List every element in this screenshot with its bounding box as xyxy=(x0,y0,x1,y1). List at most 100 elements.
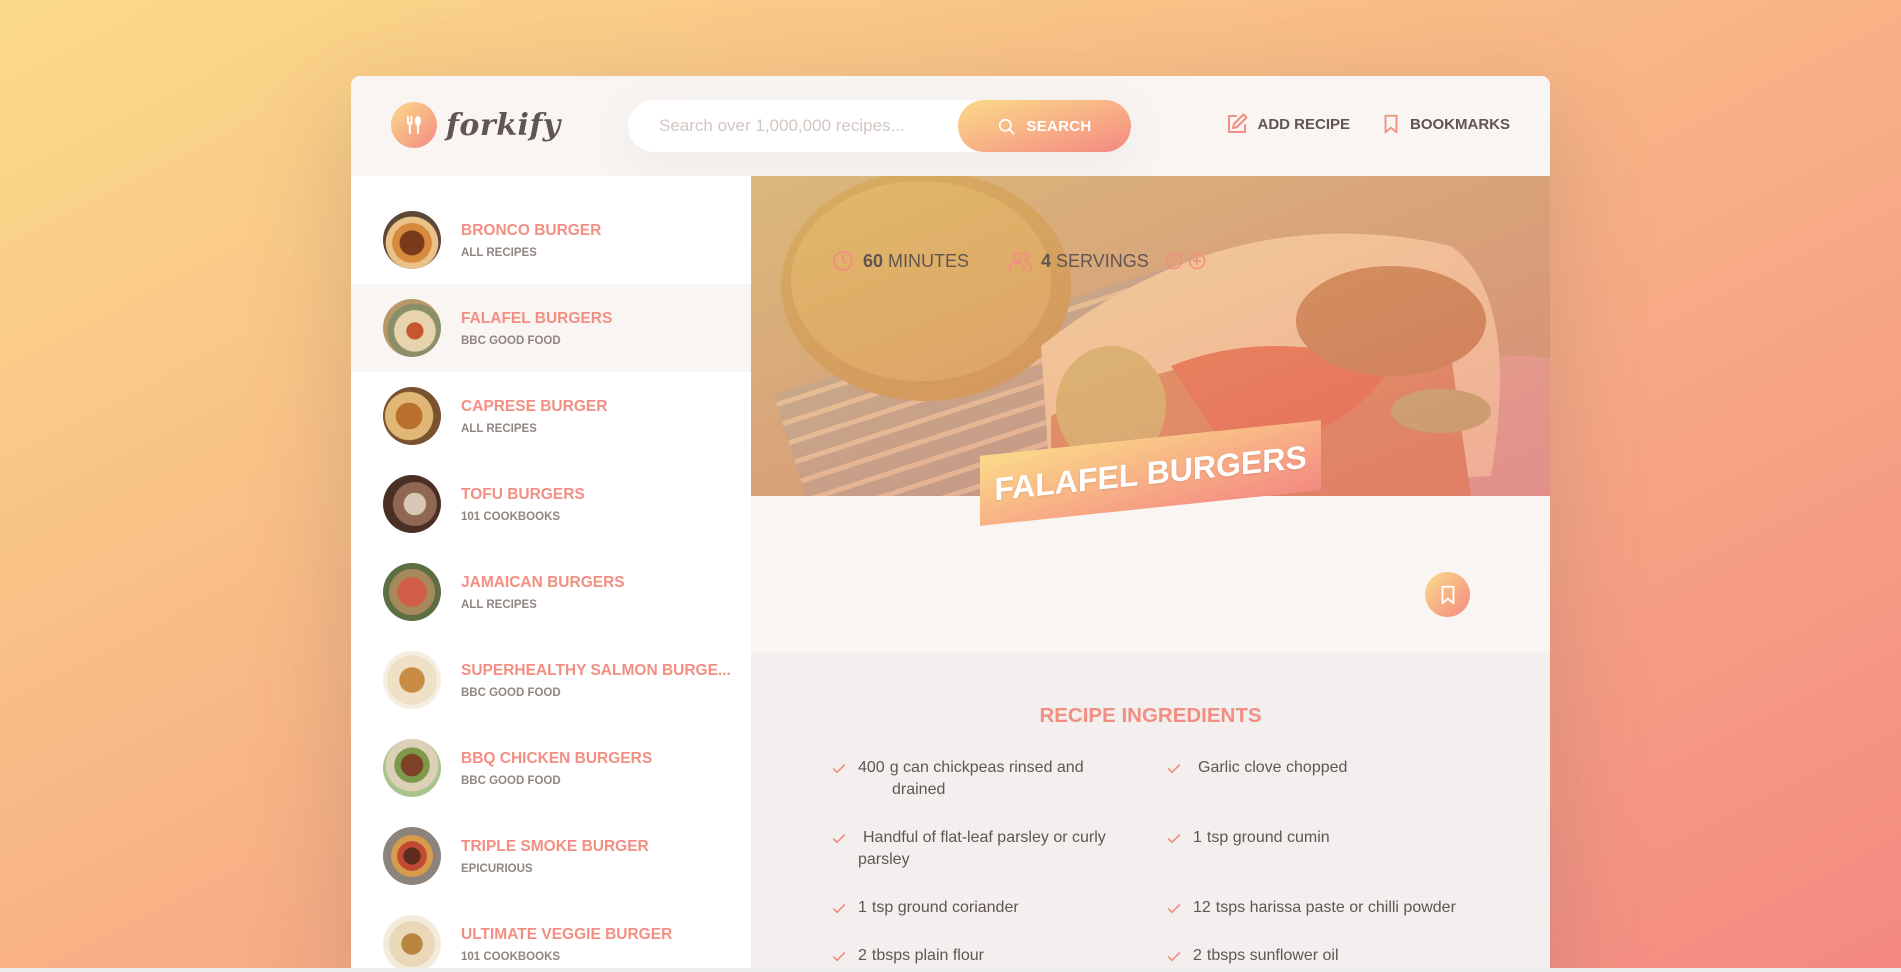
ingredient-item: 2 tbsps plain flour xyxy=(831,945,984,967)
result-publisher: 101 COOKBOOKS xyxy=(461,950,561,963)
header: forkify SEARCH ADD RECIPE BOOKMARKS xyxy=(351,76,1550,176)
search-icon xyxy=(999,118,1015,134)
result-publisher: 101 COOKBOOKS xyxy=(461,510,561,523)
servings: 4 SERVINGS xyxy=(1007,249,1207,273)
result-thumbnail xyxy=(383,299,441,357)
result-thumbnail xyxy=(383,915,441,972)
check-icon xyxy=(1167,904,1181,914)
nav: ADD RECIPE BOOKMARKS xyxy=(1195,112,1510,136)
recipe-ingredients: RECIPE INGREDIENTS 400 g can chickpeas ri… xyxy=(751,652,1550,972)
logo-text: forkify xyxy=(446,107,561,143)
result-title: BRONCO BURGER xyxy=(461,221,602,239)
ingredient-quantity: 12 xyxy=(1193,899,1211,916)
check-icon xyxy=(1167,764,1181,774)
ingredient-quantity: 1 xyxy=(858,899,867,916)
recipe-view: FALAFEL BURGERS 60 MINUTES 4 SERVINGS RE… xyxy=(751,176,1550,972)
result-publisher: EPICURIOUS xyxy=(461,862,533,875)
clock-icon xyxy=(833,251,853,271)
minutes-label: MINUTES xyxy=(888,250,970,271)
check-icon xyxy=(1167,952,1181,962)
result-thumbnail xyxy=(383,475,441,533)
ingredient-item: 400 g can chickpeas rinsed and drained xyxy=(831,757,1084,801)
result-thumbnail xyxy=(383,651,441,709)
recipe-title-text: FALAFEL BURGERS xyxy=(994,438,1307,508)
servings-label: SERVINGS xyxy=(1056,250,1149,271)
result-publisher: ALL RECIPES xyxy=(461,598,537,611)
search-input[interactable] xyxy=(657,115,951,137)
result-item[interactable]: TRIPLE SMOKE BURGER EPICURIOUS xyxy=(351,812,751,900)
servings-value: 4 xyxy=(1041,250,1052,271)
result-title: FALAFEL BURGERS xyxy=(461,309,613,327)
result-title: JAMAICAN BURGERS xyxy=(461,573,625,591)
minutes-value: 60 xyxy=(863,250,884,271)
edit-icon xyxy=(1228,113,1248,133)
ingredient-description: tsp ground coriander xyxy=(871,899,1019,916)
result-publisher: BBC GOOD FOOD xyxy=(461,774,561,787)
ingredient-quantity: 2 xyxy=(858,947,867,964)
result-publisher: ALL RECIPES xyxy=(461,422,537,435)
result-thumbnail xyxy=(383,387,441,445)
ingredient-quantity: 2 xyxy=(1193,947,1202,964)
result-title: TRIPLE SMOKE BURGER xyxy=(461,837,649,855)
ingredient-description-cont: drained xyxy=(892,781,946,798)
ingredient-description: tsps harissa paste or chilli powder xyxy=(1215,899,1456,916)
result-item-active[interactable]: FALAFEL BURGERS BBC GOOD FOOD xyxy=(351,284,751,372)
result-thumbnail xyxy=(383,211,441,269)
fork-knife-icon xyxy=(391,102,437,148)
check-icon xyxy=(832,834,846,844)
bookmark-icon xyxy=(1384,114,1398,134)
bookmarks-button[interactable]: BOOKMARKS xyxy=(1380,113,1510,135)
check-icon xyxy=(832,952,846,962)
ingredient-description: Handful of flat-leaf parsley or curly xyxy=(863,829,1106,846)
ingredient-quantity: 1 xyxy=(1193,829,1202,846)
check-icon xyxy=(832,764,846,774)
ingredient-quantity: 400 xyxy=(858,759,885,776)
ingredient-item: 1 tsp ground coriander xyxy=(831,897,1019,919)
ingredient-description: Garlic clove chopped xyxy=(1198,759,1348,776)
ingredient-description-cont: parsley xyxy=(858,851,910,868)
ingredient-item: Handful of flat-leaf parsley or curly par… xyxy=(831,827,1106,871)
result-title: CAPRESE BURGER xyxy=(461,397,608,415)
result-publisher: BBC GOOD FOOD xyxy=(461,334,561,347)
result-title: TOFU BURGERS xyxy=(461,485,585,503)
minus-circle-icon[interactable] xyxy=(1164,251,1184,271)
bookmarks-label: BOOKMARKS xyxy=(1410,115,1510,133)
check-icon xyxy=(832,904,846,914)
check-icon xyxy=(1167,834,1181,844)
add-recipe-button[interactable]: ADD RECIPE xyxy=(1225,112,1350,136)
result-item[interactable]: CAPRESE BURGER ALL RECIPES xyxy=(351,372,751,460)
result-item[interactable]: ULTIMATE VEGGIE BURGER 101 COOKBOOKS xyxy=(351,900,751,972)
result-item[interactable]: BRONCO BURGER ALL RECIPES xyxy=(351,196,751,284)
result-publisher: BBC GOOD FOOD xyxy=(461,686,561,699)
ingredient-description: tbsps plain flour xyxy=(871,947,984,964)
bottom-scrollbar[interactable] xyxy=(0,968,1901,972)
search-button-label: SEARCH xyxy=(1026,117,1092,135)
ingredient-item: 12 tsps harissa paste or chilli powder xyxy=(1166,897,1456,919)
result-item[interactable]: TOFU BURGERS 101 COOKBOOKS xyxy=(351,460,751,548)
ingredient-item: Garlic clove chopped xyxy=(1166,757,1347,779)
ingredient-description: tsp ground cumin xyxy=(1206,829,1330,846)
search-button[interactable]: SEARCH xyxy=(958,100,1131,152)
result-item[interactable]: BBQ CHICKEN BURGERS BBC GOOD FOOD xyxy=(351,724,751,812)
result-title: SUPERHEALTHY SALMON BURGE... xyxy=(461,661,731,679)
result-title: ULTIMATE VEGGIE BURGER xyxy=(461,925,673,943)
ingredients-heading: RECIPE INGREDIENTS xyxy=(1039,704,1262,727)
ingredient-item: 1 tsp ground cumin xyxy=(1166,827,1330,849)
search-results: BRONCO BURGER ALL RECIPES FALAFEL BURGERS… xyxy=(351,176,751,972)
result-item[interactable]: JAMAICAN BURGERS ALL RECIPES xyxy=(351,548,751,636)
plus-circle-icon[interactable] xyxy=(1187,251,1207,271)
bookmark-icon xyxy=(1441,585,1454,604)
add-recipe-label: ADD RECIPE xyxy=(1257,115,1350,133)
users-icon xyxy=(1009,252,1032,271)
bookmark-recipe-button[interactable] xyxy=(1425,572,1470,617)
logo[interactable]: forkify xyxy=(391,102,561,148)
ingredient-item: 2 tbsps sunflower oil xyxy=(1166,945,1339,967)
ingredient-description: tbsps sunflower oil xyxy=(1206,947,1339,964)
result-item[interactable]: SUPERHEALTHY SALMON BURGE... BBC GOOD FOO… xyxy=(351,636,751,724)
result-thumbnail xyxy=(383,827,441,885)
app-container: forkify SEARCH ADD RECIPE BOOKMARKS BRON… xyxy=(351,76,1550,972)
cooking-time: 60 MINUTES xyxy=(831,249,969,273)
search-form: SEARCH xyxy=(628,100,1131,152)
result-publisher: ALL RECIPES xyxy=(461,246,537,259)
result-thumbnail xyxy=(383,739,441,797)
